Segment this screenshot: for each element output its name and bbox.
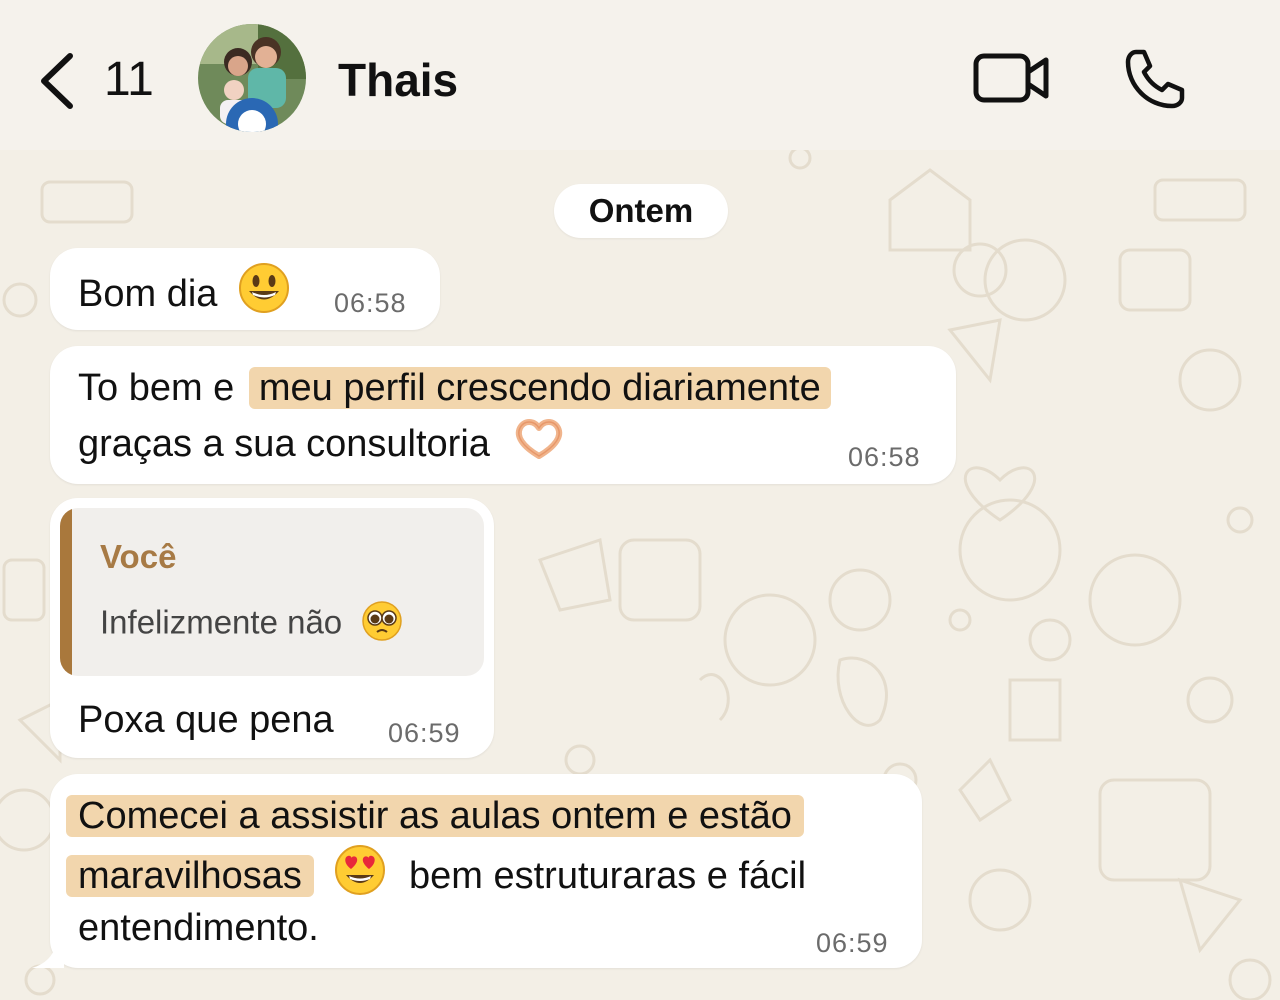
quote-author: Você [100, 538, 177, 575]
highlighted-text: maravilhosas [66, 855, 314, 898]
chevron-left-icon [41, 53, 73, 109]
message-time: 06:58 [334, 288, 407, 318]
highlighted-text: Comecei a assistir as aulas ontem e estã… [66, 795, 804, 837]
message-text-content: graças a sua consultoria [78, 423, 490, 466]
message-line-3: entendimento. [78, 907, 319, 949]
quoted-message[interactable]: Você Infelizmente não [60, 508, 484, 676]
quote-text: Infelizmente não [100, 600, 403, 650]
video-call-button[interactable] [972, 52, 1052, 109]
date-separator: Ontem [554, 184, 728, 238]
quote-text-content: Infelizmente não [100, 603, 343, 641]
chat-header: 11 Thais [0, 0, 1280, 150]
message-line-2: graças a sua consultoria [78, 416, 566, 476]
back-button[interactable] [36, 52, 76, 115]
phone-icon [1125, 49, 1185, 109]
message-bubble[interactable]: Comecei a assistir as aulas ontem e estã… [50, 774, 922, 968]
message-text: Bom dia [78, 262, 290, 330]
grinning-face-icon [238, 262, 290, 330]
contact-name[interactable]: Thais [338, 52, 458, 108]
pleading-face-icon [361, 600, 403, 650]
quote-accent-bar [60, 508, 72, 676]
message-time: 06:59 [388, 718, 461, 748]
message-text-plain: To bem e [78, 367, 235, 409]
unread-count[interactable]: 11 [104, 52, 154, 108]
voice-call-button[interactable] [1122, 46, 1188, 117]
message-time: 06:58 [848, 442, 921, 472]
heart-eyes-face-icon [334, 844, 386, 912]
message-text: Poxa que pena [78, 699, 334, 741]
message-bubble[interactable]: Bom dia 06:58 [50, 248, 440, 330]
message-line-1: Comecei a assistir as aulas ontem e estã… [66, 788, 804, 844]
video-camera-icon [973, 53, 1049, 103]
highlighted-text: meu perfil crescendo diariamente [248, 367, 831, 409]
heart-hands-icon [512, 416, 566, 476]
avatar[interactable] [198, 24, 306, 132]
message-text-content: bem estruturaras e fácil [409, 855, 807, 898]
message-bubble[interactable]: To bem e meu perfil crescendo diariament… [50, 346, 956, 484]
message-line-1: To bem e meu perfil crescendo diariament… [78, 360, 831, 416]
message-time: 06:59 [816, 928, 889, 958]
bubble-tail [32, 944, 64, 968]
message-text-content: Bom dia [78, 273, 218, 316]
